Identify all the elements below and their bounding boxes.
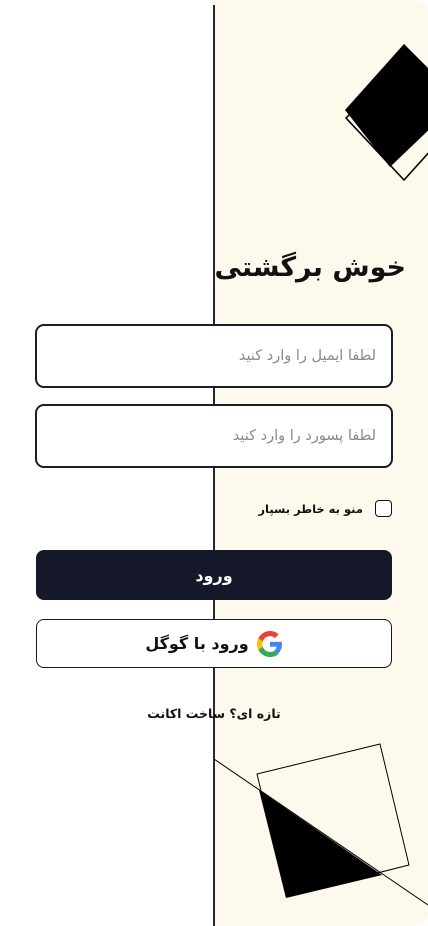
remember-me-label: منو به خاطر بسپار (258, 501, 363, 516)
welcome-title: خوش برگشتی (214, 252, 407, 283)
google-g-icon (256, 630, 282, 657)
remember-me-checkbox[interactable] (375, 500, 392, 517)
signup-prompt: تازه ای؟ (229, 706, 281, 721)
google-login-label: ورود با گوگل (145, 634, 249, 653)
email-field[interactable] (35, 324, 393, 388)
bottom-triangle-decoration (214, 743, 428, 906)
signup-row: تازه ای؟ ساخت اکانت (0, 706, 428, 721)
create-account-link[interactable]: ساخت اکانت (147, 706, 225, 721)
login-button-label: ورود (195, 565, 233, 585)
top-diamond-decoration (344, 44, 428, 182)
password-field[interactable] (35, 404, 393, 468)
login-button[interactable]: ورود (36, 550, 392, 600)
google-login-button[interactable]: ورود با گوگل (36, 619, 392, 668)
remember-me-row[interactable]: منو به خاطر بسپار (258, 500, 392, 517)
login-screen: خوش برگشتی منو به خاطر بسپار ورود ورود ب… (0, 0, 428, 926)
